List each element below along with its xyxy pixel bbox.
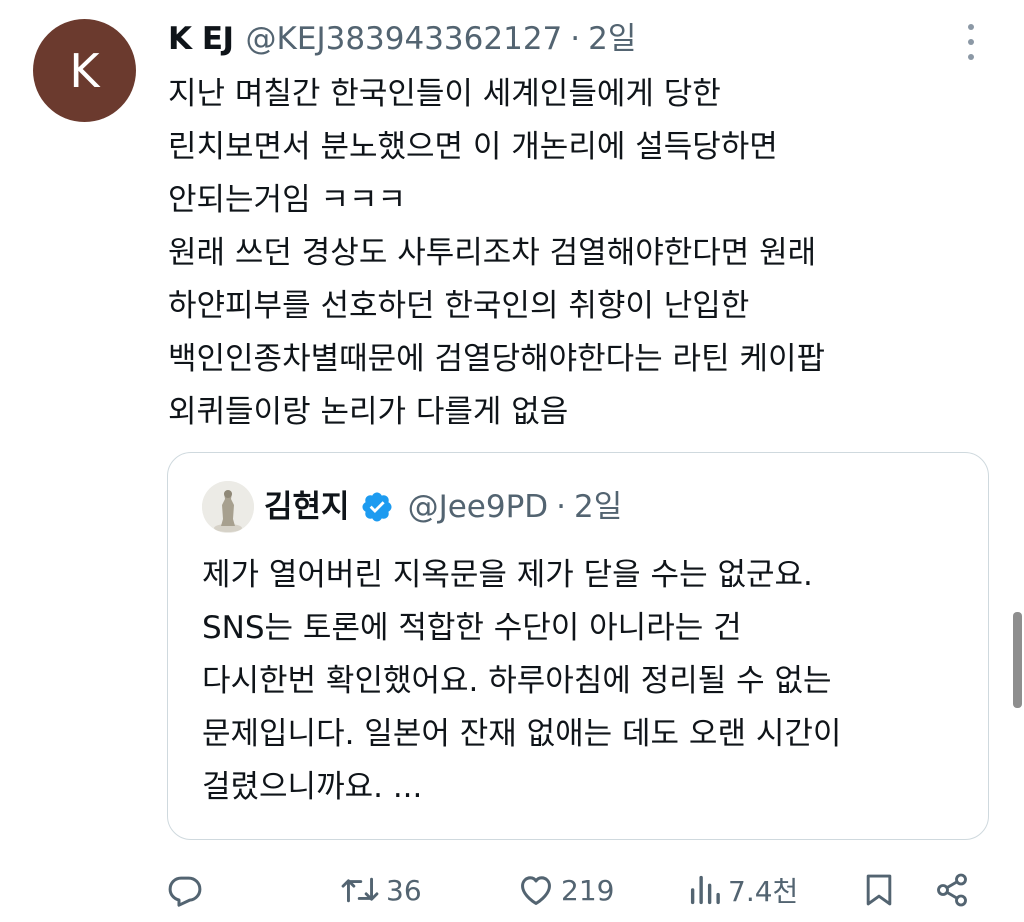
- quoted-tweet-header: 김현지 @Jee9PD · 2일: [264, 485, 622, 529]
- retweet-icon: [341, 877, 379, 903]
- tweet-text-line: 린치보면서 분노했으면 이 개논리에 설득당하면: [168, 129, 778, 165]
- separator-dot: ·: [556, 489, 566, 525]
- quoted-text-line: 제가 열어버린 지옥문을 제가 닫을 수는 없군요.: [202, 557, 813, 593]
- quoted-text-line: 다시한번 확인했어요. 하루아침에 정리될 수 없는: [202, 663, 832, 699]
- more-dot: [968, 24, 974, 30]
- avatar-letter: K: [69, 43, 100, 98]
- tweet-text-line: 하얀피부를 선호하던 한국인의 취향이 난입한: [168, 288, 750, 324]
- view-count: 7.4천: [728, 875, 799, 908]
- views-chart-icon: [690, 875, 720, 905]
- tweet-time[interactable]: 2일: [588, 18, 636, 60]
- more-dot: [968, 39, 974, 45]
- quoted-text-line: 걸렸으니까요. ...: [202, 769, 423, 805]
- retweet-button[interactable]: 36: [340, 868, 422, 912]
- tweet-text-line: 외퀴들이랑 논리가 다를게 없음: [168, 394, 569, 430]
- share-button[interactable]: [934, 868, 970, 912]
- author-handle[interactable]: @KEJ383943362127: [246, 18, 563, 60]
- quoted-tweet-text: 제가 열어버린 지옥문을 제가 닫을 수는 없군요. SNS는 토론에 적합한 …: [202, 549, 962, 814]
- quoted-author-name: 김현지: [264, 489, 350, 525]
- tweet-text-line: 안되는거임 ㅋㅋㅋ: [168, 182, 407, 218]
- tweet-text-line: 원래 쓰던 경상도 사투리조차 검열해야한다면 원래: [168, 235, 817, 271]
- tweet-action-bar: 36 219 7.4천: [0, 862, 1024, 918]
- share-icon: [937, 873, 967, 907]
- separator-dot: ·: [570, 21, 581, 57]
- author-avatar[interactable]: K: [33, 19, 136, 122]
- quoted-text-line: 문제입니다. 일본어 잔재 없애는 데도 오랜 시간이: [202, 716, 842, 752]
- scrollbar-thumb[interactable]: [1013, 612, 1022, 708]
- quoted-tweet-card[interactable]: 김현지 @Jee9PD · 2일 제가 열어버린 지옥문을 제가 닫을 수는 없…: [167, 452, 989, 840]
- heart-icon: [521, 876, 551, 905]
- bookmark-button[interactable]: [862, 868, 896, 912]
- tweet-text: 지난 며칠간 한국인들이 세계인들에게 당한 린치보면서 분노했으면 이 개논리…: [168, 68, 1008, 439]
- reply-button[interactable]: [166, 868, 210, 912]
- quoted-avatar-figure-icon: [202, 481, 254, 533]
- more-vertical-icon[interactable]: [958, 24, 984, 60]
- like-count: 219: [561, 873, 615, 907]
- quoted-author-avatar: [202, 481, 254, 533]
- like-button[interactable]: 219: [517, 868, 614, 912]
- more-dot: [968, 54, 974, 60]
- author-name[interactable]: K EJ: [168, 18, 234, 60]
- bookmark-icon: [866, 874, 892, 906]
- verified-badge-icon: [362, 492, 392, 522]
- tweet-text-line: 지난 며칠간 한국인들이 세계인들에게 당한: [168, 76, 721, 112]
- retweet-count: 36: [386, 873, 422, 907]
- views-button[interactable]: 7.4천: [688, 868, 798, 912]
- reply-icon: [168, 876, 202, 907]
- tweet-text-line: 백인인종차별때문에 검열당해야한다는 라틴 케이팝: [168, 341, 826, 377]
- quoted-tweet-time: 2일: [574, 489, 623, 525]
- quoted-text-line: SNS는 토론에 적합한 수단이 아니라는 건: [202, 610, 742, 646]
- quoted-author-handle: @Jee9PD: [407, 489, 549, 525]
- tweet-header: K EJ @KEJ383943362127 · 2일: [168, 18, 636, 60]
